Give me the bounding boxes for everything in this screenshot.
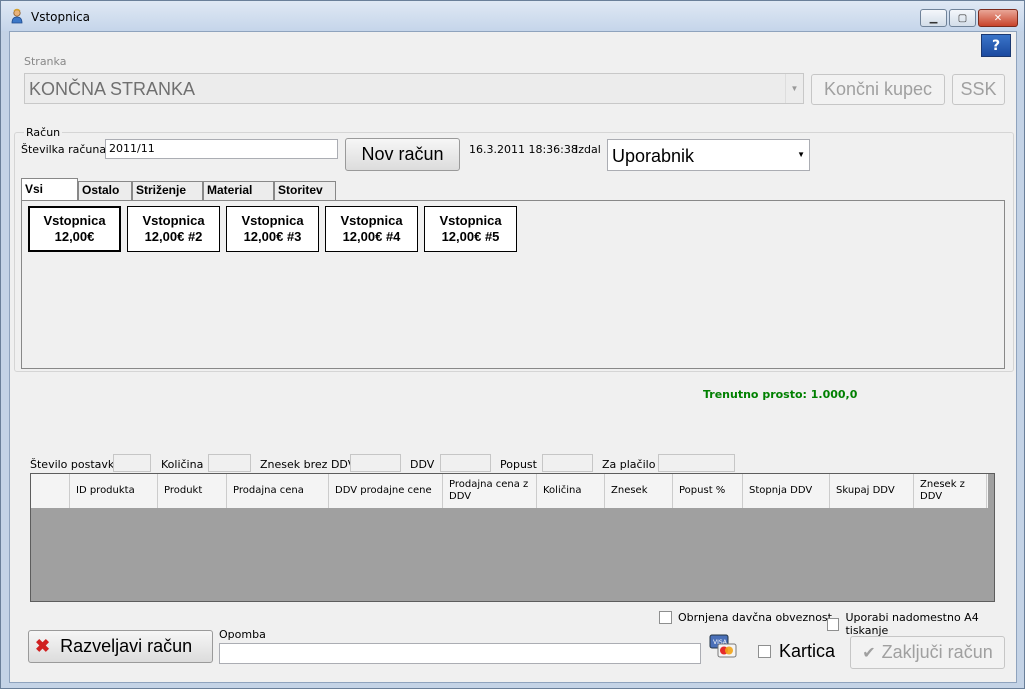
stevilo-postavk-value [113, 454, 151, 472]
product-button[interactable]: Vstopnica 12,00€ #5 [424, 206, 517, 252]
items-grid[interactable]: ID produkta Produkt Prodajna cena DDV proda… [30, 473, 995, 602]
product-button[interactable]: Vstopnica 12,00€ #2 [127, 206, 220, 252]
stevilka-label: Številka računa [21, 143, 107, 156]
znesek-brez-ddv-value [350, 454, 401, 472]
chevron-down-icon[interactable]: ▼ [797, 150, 805, 159]
grid-column-header[interactable]: Količina [537, 474, 605, 508]
za-placilo-label: Za plačilo [602, 458, 656, 471]
help-button[interactable]: ? [981, 34, 1011, 57]
product-button[interactable]: Vstopnica 12,00€ #4 [325, 206, 418, 252]
nov-racun-button[interactable]: Nov račun [345, 138, 460, 171]
grid-column-header[interactable]: DDV prodajne cene [329, 474, 443, 508]
kartica-checkbox-row[interactable]: Kartica [758, 641, 835, 662]
grid-column-header[interactable]: Znesek z DDV [914, 474, 987, 508]
izdal-combo[interactable]: Uporabnik ▼ [607, 139, 810, 171]
grid-column-header[interactable]: Znesek [605, 474, 673, 508]
grid-column-header[interactable]: Prodajna cena [227, 474, 329, 508]
product-tabs: Vsi Ostalo Striženje Material Storitev [21, 178, 336, 201]
izdal-value: Uporabnik [612, 146, 695, 166]
cancel-x-icon: ✖ [35, 636, 51, 656]
product-price: 12,00€ #4 [342, 229, 401, 244]
app-window: Vstopnica ▁ ▢ ✕ ? Stranka KONČNA STRANKA… [0, 0, 1025, 689]
product-price: 12,00€ #5 [441, 229, 500, 244]
grid-corner [31, 474, 70, 508]
ssk-button[interactable]: SSK [952, 74, 1005, 105]
razveljavi-button[interactable]: ✖ Razveljavi račun [28, 630, 213, 663]
obrnjena-checkbox[interactable] [659, 611, 672, 624]
razveljavi-label: Razveljavi račun [60, 636, 193, 656]
card-payment-icon: VISA [709, 634, 737, 658]
tab-0[interactable]: Vsi [21, 178, 78, 201]
tab-2[interactable]: Striženje [132, 181, 203, 201]
a4-checkbox[interactable] [827, 617, 840, 631]
product-button[interactable]: Vstopnica 12,00€ [28, 206, 121, 252]
trenutno-prosto-status: Trenutno prosto: 1.000,0 [703, 388, 858, 401]
window-title: Vstopnica [31, 10, 91, 24]
ddv-label: DDV [410, 458, 435, 471]
product-price: 12,00€ #2 [144, 229, 203, 244]
grid-column-header[interactable]: Produkt [158, 474, 227, 508]
kartica-label: Kartica [779, 641, 836, 661]
stevilo-postavk-label: Število postavk [30, 458, 115, 471]
datetime-label: 16.3.2011 18:36:38 [469, 143, 578, 156]
kartica-checkbox[interactable] [758, 645, 771, 658]
product-name: Vstopnica [142, 213, 205, 228]
tab-1[interactable]: Ostalo [78, 181, 132, 201]
main-form: ? Stranka KONČNA STRANKA ▼ Končni kupec … [9, 31, 1017, 683]
tab-4[interactable]: Storitev [274, 181, 336, 201]
za-placilo-value [658, 454, 735, 472]
a4-label: Uporabi nadomestno A4 tiskanje [845, 611, 979, 637]
tab-3[interactable]: Material [203, 181, 274, 201]
grid-column-header[interactable]: Popust % [673, 474, 743, 508]
minimize-button[interactable]: ▁ [920, 9, 947, 27]
product-price: 12,00€ #3 [243, 229, 302, 244]
product-name: Vstopnica [43, 213, 106, 228]
kolicina-label: Količina [161, 458, 204, 471]
checkmark-icon: ✔ [862, 644, 876, 662]
popust-label: Popust [500, 458, 537, 471]
tab-panel-vsi: Vstopnica 12,00€ Vstopnica 12,00€ #2 Vstopni… [21, 200, 1005, 369]
product-button[interactable]: Vstopnica 12,00€ #3 [226, 206, 319, 252]
izdal-label: Izdal [575, 143, 601, 156]
grid-column-header[interactable]: Prodajna cena z DDV [443, 474, 537, 508]
grid-column-header[interactable]: Stopnja DDV [743, 474, 830, 508]
obrnjena-label: Obrnjena davčna obveznost [678, 611, 832, 624]
stevilka-input[interactable]: 2011/11 [105, 139, 338, 159]
chevron-down-icon[interactable]: ▼ [785, 74, 803, 103]
grid-header: ID produkta Produkt Prodajna cena DDV proda… [31, 474, 988, 508]
stranka-group-label: Stranka [24, 55, 67, 68]
help-icon: ? [991, 37, 1001, 54]
kolicina-value [208, 454, 251, 472]
product-name: Vstopnica [241, 213, 304, 228]
maximize-button[interactable]: ▢ [949, 9, 976, 27]
product-name: Vstopnica [439, 213, 502, 228]
popust-value [542, 454, 593, 472]
grid-column-header[interactable]: ID produkta [70, 474, 158, 508]
stranka-value: KONČNA STRANKA [29, 79, 196, 99]
product-name: Vstopnica [340, 213, 403, 228]
a4-checkbox-row[interactable]: Uporabi nadomestno A4 tiskanje [827, 611, 1016, 637]
obrnjena-checkbox-row[interactable]: Obrnjena davčna obveznost [659, 611, 832, 624]
grid-column-header[interactable]: Skupaj DDV [830, 474, 914, 508]
close-button[interactable]: ✕ [978, 9, 1018, 27]
opomba-input[interactable] [219, 643, 701, 664]
app-person-icon [11, 8, 23, 24]
koncni-kupec-button[interactable]: Končni kupec [811, 74, 945, 105]
zakljuci-label: Zaključi račun [881, 642, 993, 662]
product-price: 12,00€ [54, 229, 95, 244]
title-bar[interactable]: Vstopnica ▁ ▢ ✕ [1, 1, 1024, 31]
racun-group-label: Račun [24, 126, 63, 139]
opomba-label: Opomba [219, 628, 266, 641]
ddv-value [440, 454, 491, 472]
stranka-combo[interactable]: KONČNA STRANKA ▼ [24, 73, 804, 104]
zakljuci-button[interactable]: ✔ Zaključi račun [850, 636, 1005, 669]
znesek-brez-ddv-label: Znesek brez DDV [260, 458, 356, 471]
